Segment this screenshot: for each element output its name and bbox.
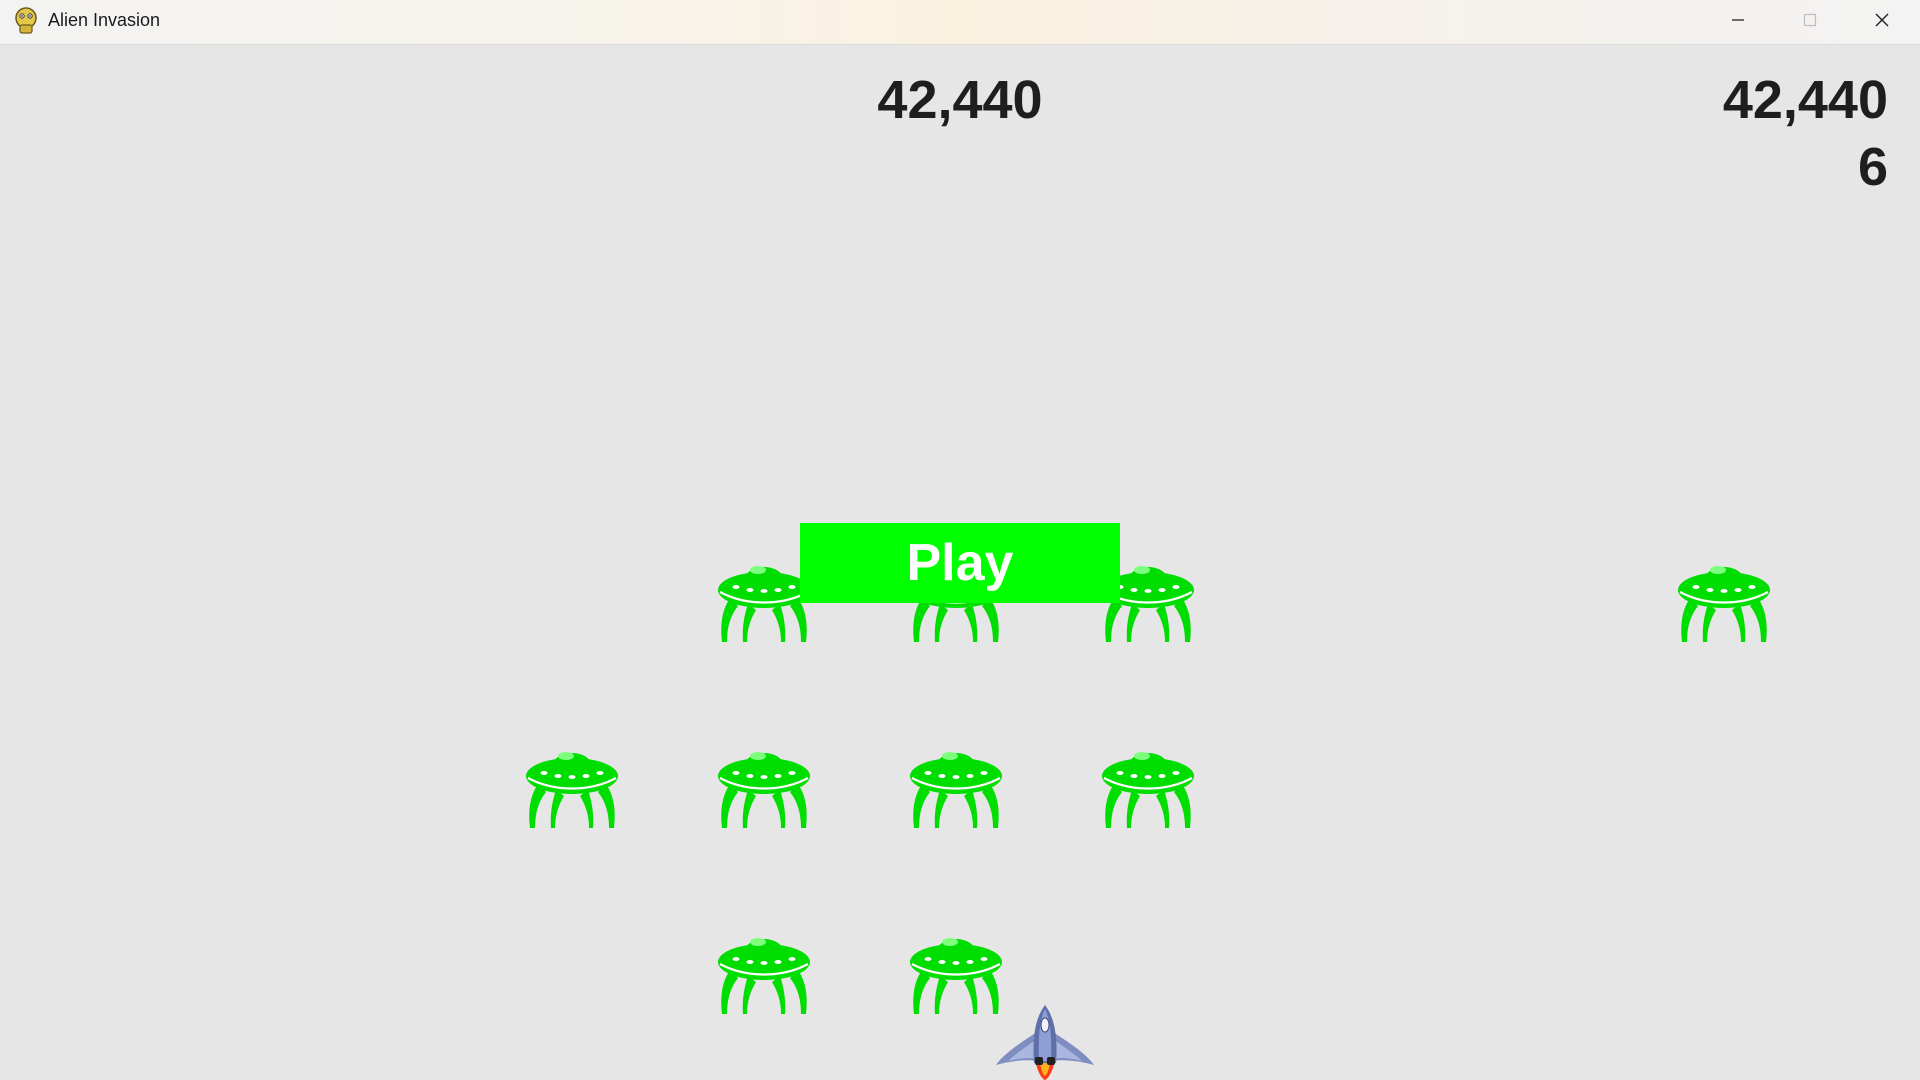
alien-ship-icon (1100, 738, 1196, 830)
pygame-snake-icon (15, 7, 37, 34)
alien-ship-icon (716, 738, 812, 830)
score-display: 42,440 (877, 70, 1043, 130)
window-title: Alien Invasion (48, 10, 161, 30)
maximize-button[interactable] (1774, 0, 1846, 40)
alien-ship-icon (524, 738, 620, 830)
minimize-button[interactable] (1702, 0, 1774, 40)
alien-ship-icon (908, 738, 1004, 830)
rocket-ship-icon (996, 1005, 1094, 1080)
close-button[interactable] (1846, 0, 1918, 40)
alien-ship-icon (716, 924, 812, 1016)
alien-ship-icon (716, 552, 812, 644)
maximize-icon (1803, 13, 1817, 27)
window-title-bar: Alien Invasion (0, 0, 1920, 45)
play-button[interactable]: Play (800, 523, 1120, 603)
high-score-display: 42,440 (1722, 70, 1888, 130)
alien-ship-icon (908, 924, 1004, 1016)
alien-ship-icon (1676, 552, 1772, 644)
close-icon (1875, 13, 1889, 27)
level-display: 6 (1857, 137, 1888, 197)
minimize-icon (1732, 19, 1744, 21)
